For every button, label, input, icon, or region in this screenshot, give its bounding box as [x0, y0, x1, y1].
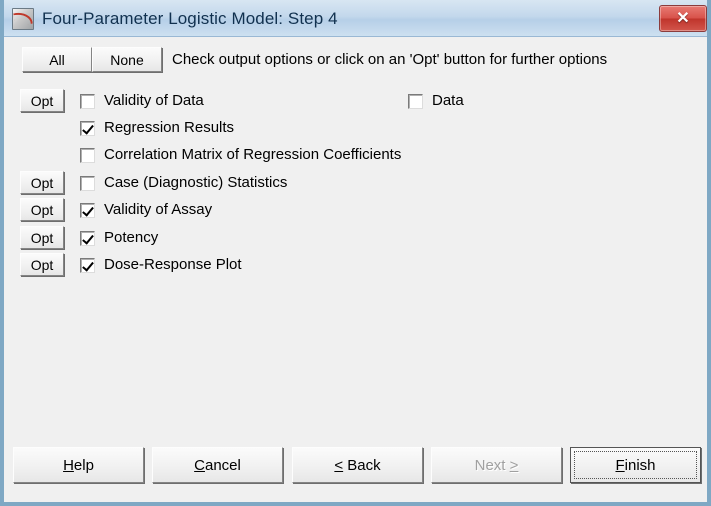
- option-row[interactable]: Case (Diagnostic) Statistics: [80, 172, 287, 194]
- title-bar: Four-Parameter Logistic Model: Step 4 ✕: [4, 0, 707, 37]
- option-row[interactable]: Correlation Matrix of Regression Coeffic…: [80, 144, 401, 166]
- next-button: Next >: [431, 447, 562, 483]
- dialog-body: All None Check output options or click o…: [4, 37, 707, 502]
- select-toolbar: All None Check output options or click o…: [4, 47, 707, 75]
- select-all-button[interactable]: All: [22, 47, 92, 72]
- opt-button-3[interactable]: Opt: [20, 171, 64, 194]
- checkbox-checked-icon[interactable]: [80, 202, 95, 218]
- option-row[interactable]: Validity of Data: [80, 90, 204, 112]
- opt-button-6[interactable]: Opt: [20, 253, 64, 276]
- checkbox-unchecked-icon[interactable]: [80, 93, 95, 109]
- option-label: Validity of Data: [104, 92, 204, 109]
- checkbox-checked-icon[interactable]: [80, 120, 95, 136]
- option-label-right: Data: [432, 92, 464, 109]
- dialog-window: Four-Parameter Logistic Model: Step 4 ✕ …: [0, 0, 711, 506]
- opt-button-0[interactable]: Opt: [20, 89, 64, 112]
- close-icon: ✕: [676, 9, 690, 27]
- checkbox-unchecked-icon[interactable]: [80, 147, 95, 163]
- help-button[interactable]: Help: [13, 447, 144, 483]
- option-row[interactable]: Regression Results: [80, 117, 234, 139]
- close-button[interactable]: ✕: [659, 5, 707, 32]
- checkbox-unchecked-icon[interactable]: [408, 93, 423, 109]
- option-label: Correlation Matrix of Regression Coeffic…: [104, 146, 402, 163]
- option-row[interactable]: Validity of Assay: [80, 199, 212, 221]
- checkbox-checked-icon[interactable]: [80, 257, 95, 273]
- checkbox-unchecked-icon[interactable]: [80, 175, 95, 191]
- instruction-text: Check output options or click on an 'Opt…: [172, 51, 608, 68]
- window-title: Four-Parameter Logistic Model: Step 4: [42, 8, 338, 28]
- app-chart-icon: [12, 7, 34, 30]
- option-label: Potency: [104, 229, 159, 246]
- dialog-footer: Help Cancel < Back Next > Finish: [4, 447, 707, 497]
- option-row[interactable]: Potency: [80, 227, 158, 249]
- finish-button[interactable]: Finish: [570, 447, 701, 483]
- option-label: Dose-Response Plot: [104, 256, 242, 273]
- select-none-button[interactable]: None: [92, 47, 162, 72]
- option-row[interactable]: Dose-Response Plot: [80, 254, 242, 276]
- cancel-button[interactable]: Cancel: [152, 447, 283, 483]
- button-label: Cancel: [194, 456, 241, 474]
- button-label: < Back: [334, 456, 381, 474]
- option-row-right[interactable]: Data: [408, 90, 464, 112]
- button-label: Help: [63, 456, 94, 474]
- back-button[interactable]: < Back: [292, 447, 423, 483]
- option-label: Validity of Assay: [104, 201, 213, 218]
- button-label: Finish: [615, 456, 656, 474]
- button-label: Next >: [474, 456, 519, 474]
- opt-button-5[interactable]: Opt: [20, 226, 64, 249]
- focus-indicator: [574, 451, 697, 479]
- option-label: Regression Results: [104, 119, 235, 136]
- option-label: Case (Diagnostic) Statistics: [104, 174, 288, 191]
- opt-button-4[interactable]: Opt: [20, 198, 64, 221]
- checkbox-checked-icon[interactable]: [80, 230, 95, 246]
